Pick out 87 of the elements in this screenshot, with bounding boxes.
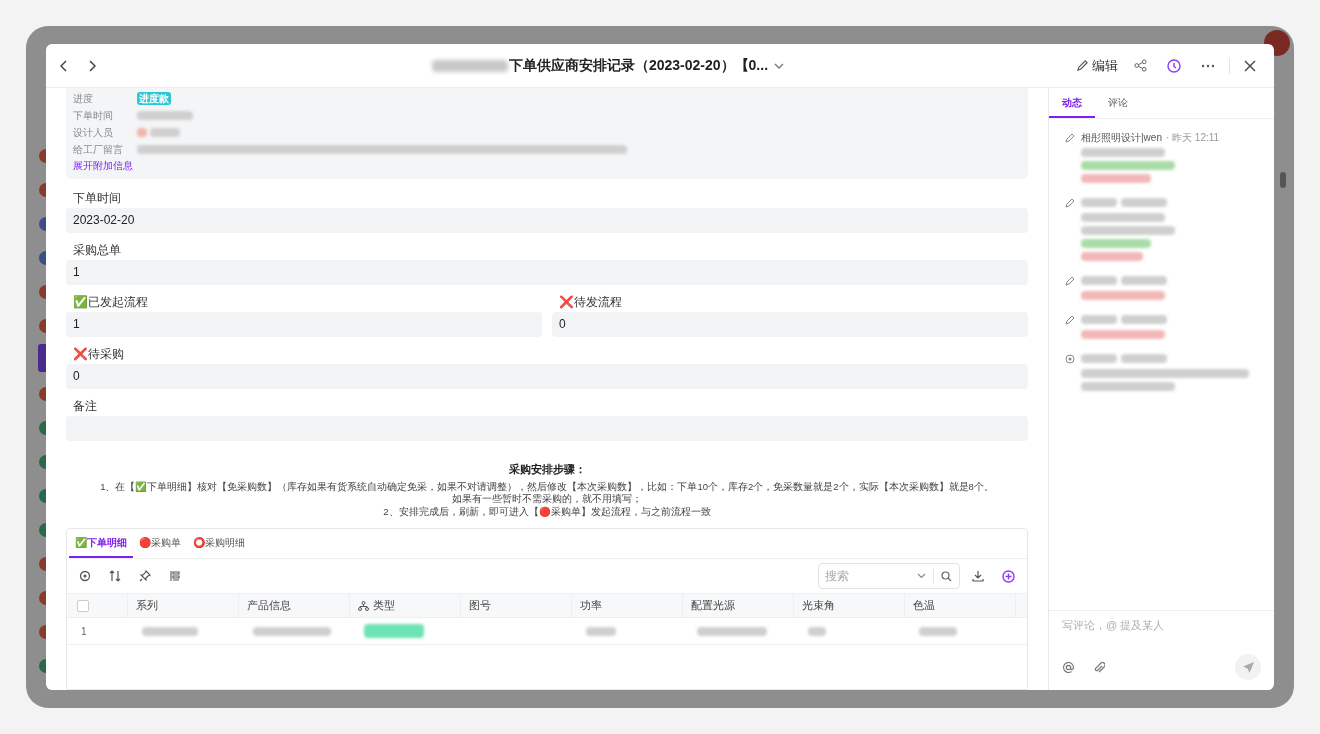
field-label: 设计人员	[73, 126, 114, 140]
pin-icon[interactable]	[139, 570, 151, 582]
field-label: 进度	[73, 92, 94, 106]
field-label: ❌待发流程	[558, 294, 623, 311]
redacted-text	[919, 626, 957, 636]
field-label: 采购总单	[72, 242, 122, 259]
pencil-icon	[1065, 198, 1075, 208]
field-label: 下单时间	[72, 190, 122, 207]
close-icon[interactable]	[1244, 59, 1256, 72]
instruction-text: 1、在【✅下单明细】核对【免采购数】（库存如果有货系统自动确定免采，如果不对请调整），然后修改【本次采购数】，比如：下单10个，库存2个，免采数量就是2个，实际【本次采购数】就是8个。如果有一些暂时不需采购的，就不用填写；	[99, 480, 995, 506]
redacted-text	[1121, 276, 1167, 285]
chevron-right-icon	[88, 59, 96, 72]
redacted-text	[364, 624, 424, 638]
redacted-text	[1081, 276, 1117, 285]
field-label: 下单时间	[73, 109, 114, 123]
field-label: 备注	[72, 398, 98, 415]
input-field[interactable]: 2023-02-20	[66, 208, 1028, 233]
checkbox[interactable]	[77, 599, 89, 612]
clock-icon[interactable]	[1167, 58, 1181, 73]
column-header[interactable]: 功率	[580, 597, 602, 614]
expand-link[interactable]: 展开附加信息	[73, 158, 133, 174]
input-field[interactable]: 1	[66, 260, 1028, 285]
column-header[interactable]: 系列	[136, 597, 158, 614]
column-header[interactable]: 光束角	[802, 597, 835, 614]
redacted-text	[137, 128, 147, 137]
progress-tag: 进度款	[137, 92, 171, 105]
author-name: 相彤照明设计|wen	[1081, 131, 1162, 145]
input-field[interactable]: 0	[66, 364, 1028, 389]
tab[interactable]: 🔴采购单	[133, 529, 187, 558]
window-title: 下单供应商安排记录（2023-02-20）【0...	[508, 56, 769, 75]
edit-button[interactable]: 编辑	[1076, 55, 1118, 76]
redacted-text	[150, 128, 180, 137]
redacted-text	[808, 626, 826, 636]
field-label: 给工厂留言	[73, 143, 124, 157]
caret-icon[interactable]	[917, 573, 926, 579]
column-header[interactable]: 图号	[469, 597, 491, 614]
download-icon[interactable]	[972, 570, 984, 582]
input-field[interactable]: 1	[66, 312, 542, 337]
column-header[interactable]: 色温	[913, 597, 935, 614]
tab[interactable]: 动态	[1049, 88, 1095, 118]
column-header[interactable]: 配置光源	[691, 597, 735, 614]
redacted-text	[137, 111, 193, 120]
search-icon[interactable]	[941, 570, 952, 582]
column-header[interactable]: 产品信息	[247, 597, 291, 614]
pencil-icon	[1076, 59, 1089, 72]
caret-icon[interactable]	[774, 62, 785, 69]
tab[interactable]: 评论	[1095, 88, 1141, 118]
redacted-text	[1121, 354, 1167, 363]
pencil-icon	[1065, 133, 1075, 143]
tab[interactable]: ✅下单明细	[69, 529, 133, 558]
field-label: ❌待采购	[72, 346, 125, 363]
comment-field[interactable]: 写评论，@ 提及某人	[1062, 617, 1261, 633]
rows-icon[interactable]	[169, 570, 181, 582]
redacted-text	[1121, 198, 1167, 207]
redacted-text	[142, 626, 198, 636]
redacted-text	[1121, 315, 1167, 324]
send-icon	[1241, 660, 1255, 674]
at-icon[interactable]	[1062, 660, 1075, 674]
target-icon	[1065, 354, 1075, 364]
steps-title: 采购安排步骤：	[508, 462, 586, 477]
tab[interactable]: ⭕采购明细	[187, 529, 251, 558]
redacted-text	[1081, 251, 1143, 261]
column-header[interactable]: 类型	[373, 597, 395, 614]
share-icon[interactable]	[1134, 59, 1147, 72]
row-number: 1	[80, 625, 88, 639]
redacted-text	[1081, 315, 1117, 324]
redacted-text	[1081, 198, 1117, 207]
pencil-icon	[1065, 276, 1075, 286]
search-field[interactable]: 搜索	[818, 563, 960, 589]
paperclip-icon[interactable]	[1093, 660, 1105, 674]
hierarchy-icon	[358, 600, 369, 611]
redacted-text	[586, 626, 616, 636]
add-icon[interactable]	[1002, 569, 1015, 583]
input-field[interactable]: 0	[552, 312, 1028, 337]
redacted-text	[697, 626, 767, 636]
sort-icon[interactable]	[109, 570, 121, 582]
instruction-text: 2、安排完成后，刷新，即可进入【🔴采购单】发起流程，与之前流程一致	[383, 505, 711, 518]
chevron-left-icon	[60, 59, 68, 72]
redacted-text	[1081, 173, 1151, 183]
more-icon[interactable]	[1201, 63, 1215, 68]
redacted-text	[1081, 354, 1117, 363]
settings-icon[interactable]	[79, 570, 91, 582]
redacted-text	[1081, 238, 1151, 248]
field-label: ✅已发起流程	[72, 294, 149, 311]
pencil-icon	[1065, 315, 1075, 325]
scrollbar	[1280, 172, 1286, 188]
timestamp: · 昨天 12:11	[1165, 131, 1220, 145]
